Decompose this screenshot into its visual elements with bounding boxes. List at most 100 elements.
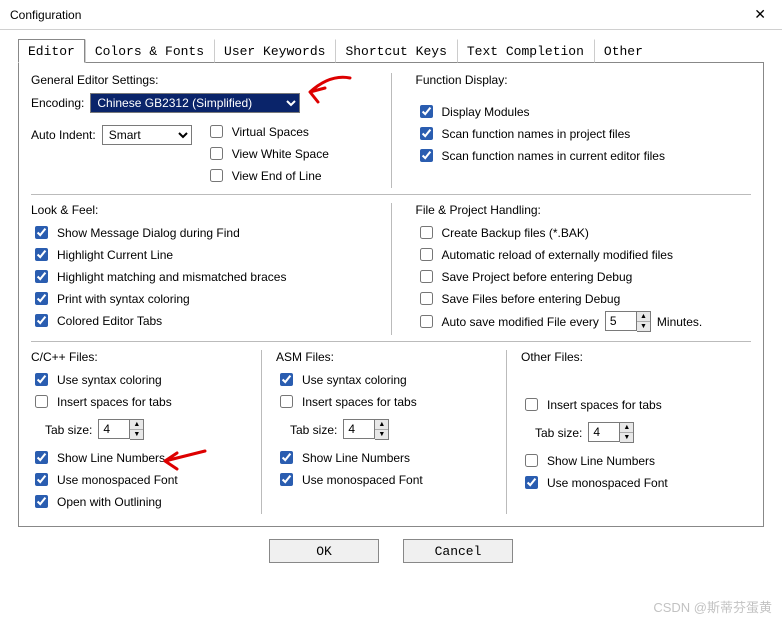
encoding-label: Encoding:: [31, 96, 84, 110]
spin-down-icon[interactable]: ▼: [637, 322, 650, 331]
encoding-select[interactable]: Chinese GB2312 (Simplified): [90, 93, 300, 113]
autosave-spinner[interactable]: ▲▼: [605, 311, 651, 332]
save-files-label: Save Files before entering Debug: [442, 292, 621, 306]
asm-header: ASM Files:: [276, 350, 496, 364]
autosave-input[interactable]: [605, 311, 637, 331]
ccpp-syntax-check[interactable]: [35, 373, 48, 386]
scan-project-check[interactable]: [420, 127, 433, 140]
ok-button[interactable]: OK: [269, 539, 379, 563]
asm-mono-check[interactable]: [280, 473, 293, 486]
file-project-group: File & Project Handling: Create Backup f…: [416, 203, 752, 335]
asm-tab-spinner[interactable]: ▲▼: [343, 419, 389, 440]
function-display-group: Function Display: Display Modules Scan f…: [416, 73, 752, 188]
spin-up-icon[interactable]: ▲: [130, 420, 143, 430]
tab-other[interactable]: Other: [594, 39, 653, 63]
other-linenums-check[interactable]: [525, 454, 538, 467]
colored-tabs-check[interactable]: [35, 314, 48, 327]
general-editor-group: General Editor Settings: Encoding: Chine…: [31, 73, 367, 188]
asm-spaces-label: Insert spaces for tabs: [302, 395, 417, 409]
ccpp-outlining-label: Open with Outlining: [57, 495, 162, 509]
display-modules-check[interactable]: [420, 105, 433, 118]
scan-editor-label: Scan function names in current editor fi…: [442, 149, 665, 163]
auto-indent-label: Auto Indent:: [31, 128, 96, 142]
show-msg-check[interactable]: [35, 226, 48, 239]
save-proj-check[interactable]: [420, 270, 433, 283]
asm-tab-label: Tab size:: [290, 423, 337, 437]
backup-check[interactable]: [420, 226, 433, 239]
other-linenums-label: Show Line Numbers: [547, 454, 655, 468]
spin-down-icon[interactable]: ▼: [130, 430, 143, 439]
watermark: CSDN @斯蒂芬蛋黄: [653, 597, 772, 616]
ccpp-spaces-label: Insert spaces for tabs: [57, 395, 172, 409]
window-title: Configuration: [10, 8, 81, 22]
print-syntax-check[interactable]: [35, 292, 48, 305]
autosave-label: Auto save modified File every: [442, 315, 599, 329]
spin-up-icon[interactable]: ▲: [620, 423, 633, 433]
tab-user-keywords[interactable]: User Keywords: [214, 39, 335, 63]
asm-tab-input[interactable]: [343, 419, 375, 439]
save-files-check[interactable]: [420, 292, 433, 305]
print-syntax-label: Print with syntax coloring: [57, 292, 190, 306]
tab-colors-fonts[interactable]: Colors & Fonts: [85, 39, 214, 63]
asm-spaces-check[interactable]: [280, 395, 293, 408]
spin-up-icon[interactable]: ▲: [375, 420, 388, 430]
otherfiles-group: Other Files: Insert spaces for tabs Tab …: [506, 350, 751, 514]
cancel-button[interactable]: Cancel: [403, 539, 513, 563]
other-mono-label: Use monospaced Font: [547, 476, 668, 490]
other-mono-check[interactable]: [525, 476, 538, 489]
view-eol-label: View End of Line: [232, 169, 322, 183]
ccpp-mono-label: Use monospaced Font: [57, 473, 178, 487]
titlebar: Configuration ✕: [0, 0, 782, 30]
asm-mono-label: Use monospaced Font: [302, 473, 423, 487]
other-spaces-label: Insert spaces for tabs: [547, 398, 662, 412]
ccpp-spaces-check[interactable]: [35, 395, 48, 408]
tab-text-completion[interactable]: Text Completion: [457, 39, 594, 63]
look-header: Look & Feel:: [31, 203, 367, 217]
autoreload-check[interactable]: [420, 248, 433, 261]
func-header: Function Display:: [416, 73, 752, 87]
other-spaces-check[interactable]: [525, 398, 538, 411]
autosave-unit: Minutes.: [657, 315, 702, 329]
display-modules-label: Display Modules: [442, 105, 530, 119]
autosave-check[interactable]: [420, 315, 433, 328]
look-feel-group: Look & Feel: Show Message Dialog during …: [31, 203, 367, 335]
hl-braces-check[interactable]: [35, 270, 48, 283]
asm-syntax-label: Use syntax coloring: [302, 373, 407, 387]
ccpp-tab-label: Tab size:: [45, 423, 92, 437]
hl-line-label: Highlight Current Line: [57, 248, 173, 262]
view-white-space-label: View White Space: [232, 147, 329, 161]
ccpp-header: C/C++ Files:: [31, 350, 251, 364]
backup-label: Create Backup files (*.BAK): [442, 226, 589, 240]
other-tab-spinner[interactable]: ▲▼: [588, 422, 634, 443]
save-proj-label: Save Project before entering Debug: [442, 270, 633, 284]
other-header: Other Files:: [521, 350, 741, 364]
scan-editor-check[interactable]: [420, 149, 433, 162]
hl-braces-label: Highlight matching and mismatched braces: [57, 270, 286, 284]
hl-line-check[interactable]: [35, 248, 48, 261]
asm-linenums-check[interactable]: [280, 451, 293, 464]
asm-group: ASM Files: Use syntax coloring Insert sp…: [261, 350, 506, 514]
asm-syntax-check[interactable]: [280, 373, 293, 386]
tab-shortcut-keys[interactable]: Shortcut Keys: [335, 39, 456, 63]
autoreload-label: Automatic reload of externally modified …: [442, 248, 673, 262]
auto-indent-select[interactable]: Smart: [102, 125, 192, 145]
view-eol-check[interactable]: [210, 169, 223, 182]
general-header: General Editor Settings:: [31, 73, 367, 87]
fileproj-header: File & Project Handling:: [416, 203, 752, 217]
ccpp-group: C/C++ Files: Use syntax coloring Insert …: [31, 350, 261, 514]
tab-editor[interactable]: Editor: [18, 39, 85, 63]
ccpp-tab-input[interactable]: [98, 419, 130, 439]
ccpp-linenums-label: Show Line Numbers: [57, 451, 165, 465]
virtual-spaces-label: Virtual Spaces: [232, 125, 309, 139]
ccpp-linenums-check[interactable]: [35, 451, 48, 464]
ccpp-mono-check[interactable]: [35, 473, 48, 486]
spin-up-icon[interactable]: ▲: [637, 312, 650, 322]
view-white-space-check[interactable]: [210, 147, 223, 160]
spin-down-icon[interactable]: ▼: [375, 430, 388, 439]
ccpp-outlining-check[interactable]: [35, 495, 48, 508]
other-tab-input[interactable]: [588, 422, 620, 442]
close-icon[interactable]: ✕: [746, 2, 774, 27]
ccpp-tab-spinner[interactable]: ▲▼: [98, 419, 144, 440]
spin-down-icon[interactable]: ▼: [620, 433, 633, 442]
virtual-spaces-check[interactable]: [210, 125, 223, 138]
